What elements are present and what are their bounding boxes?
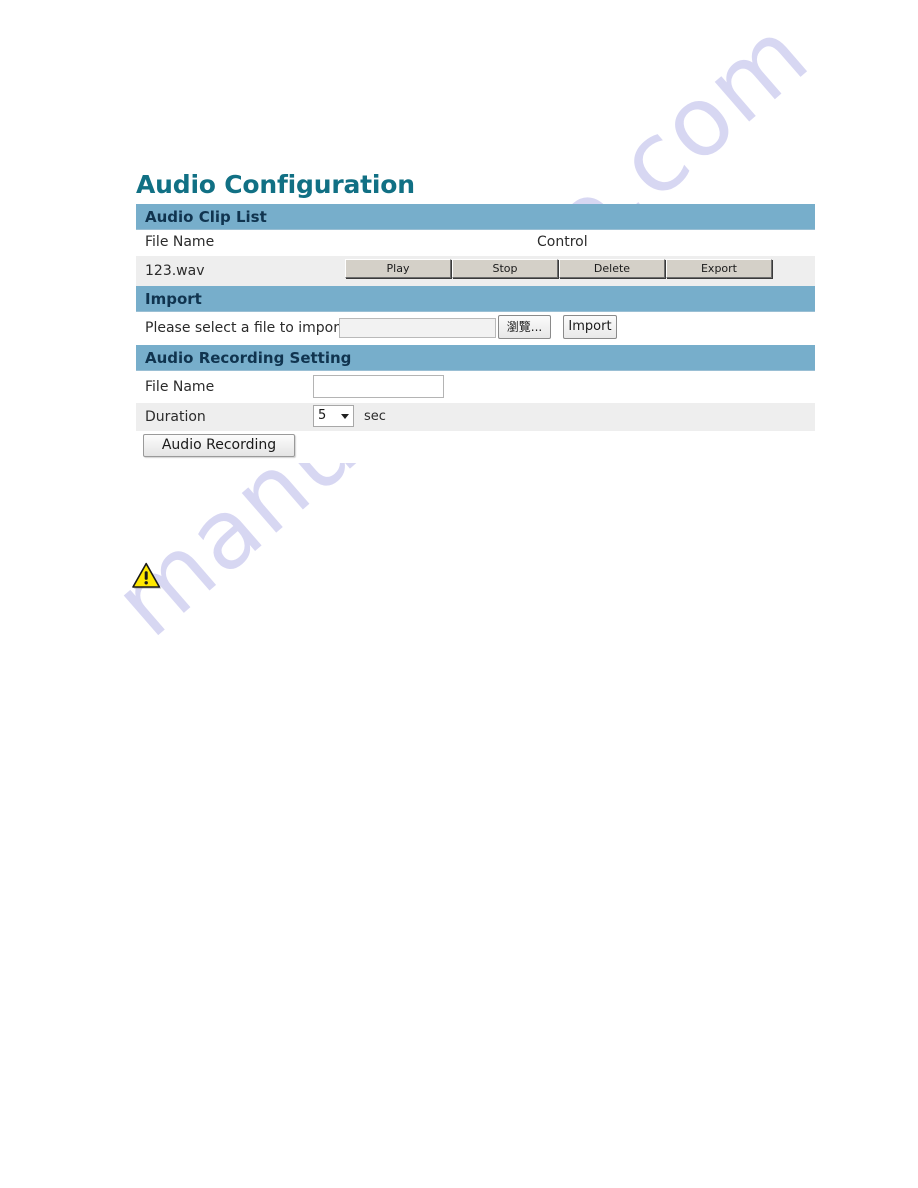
section-header-audio-clip-list: Audio Clip List bbox=[136, 204, 815, 230]
clip-file-name: 123.wav bbox=[145, 263, 205, 279]
audio-configuration-panel: Audio Clip List File Name Control 123.wa… bbox=[136, 204, 815, 463]
import-label: Please select a file to import bbox=[145, 320, 345, 336]
column-header-control: Control bbox=[537, 234, 588, 250]
section-header-audio-recording-setting: Audio Recording Setting bbox=[136, 345, 815, 371]
import-file-input[interactable] bbox=[339, 318, 496, 338]
recording-file-name-input[interactable] bbox=[313, 375, 444, 398]
recording-action-row: Audio Recording bbox=[136, 431, 815, 463]
import-button[interactable]: Import bbox=[563, 315, 617, 339]
import-row: Please select a file to import 瀏覽... Imp… bbox=[136, 312, 815, 345]
export-button[interactable]: Export bbox=[666, 259, 772, 278]
clip-control-buttons: Play Stop Delete Export bbox=[345, 259, 772, 278]
recording-file-name-label: File Name bbox=[145, 379, 215, 395]
duration-unit-label: sec bbox=[364, 409, 386, 424]
recording-file-name-row: File Name bbox=[136, 371, 815, 403]
warning-triangle-icon bbox=[132, 562, 162, 589]
audio-recording-button[interactable]: Audio Recording bbox=[143, 434, 295, 457]
stop-button[interactable]: Stop bbox=[452, 259, 558, 278]
column-header-file-name: File Name bbox=[145, 234, 215, 250]
recording-duration-label: Duration bbox=[145, 409, 206, 425]
browse-button[interactable]: 瀏覽... bbox=[498, 315, 551, 339]
play-button[interactable]: Play bbox=[345, 259, 451, 278]
duration-selected-value: 5 bbox=[318, 408, 327, 423]
duration-select[interactable]: 5 bbox=[313, 405, 354, 427]
chevron-down-icon bbox=[341, 414, 349, 419]
recording-duration-row: Duration 5 sec bbox=[136, 403, 815, 431]
page-title: Audio Configuration bbox=[136, 170, 415, 199]
note-warning bbox=[130, 561, 164, 591]
clip-list-header-row: File Name Control bbox=[136, 230, 815, 256]
table-row: 123.wav Play Stop Delete Export bbox=[136, 256, 815, 286]
delete-button[interactable]: Delete bbox=[559, 259, 665, 278]
section-header-import: Import bbox=[136, 286, 815, 312]
